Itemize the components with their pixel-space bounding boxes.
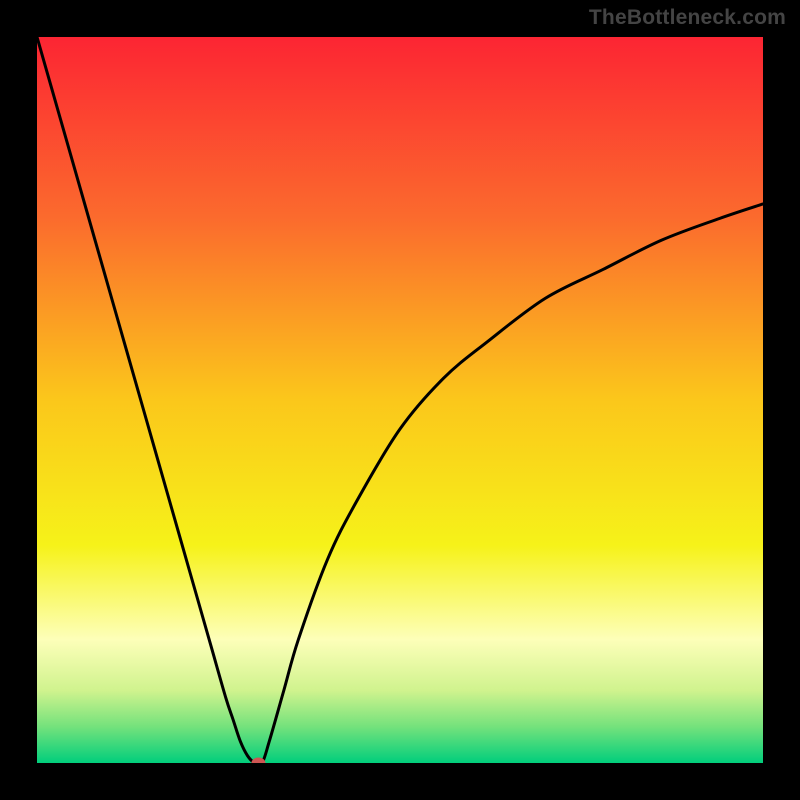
bottleneck-curve [37, 37, 763, 763]
watermark-text: TheBottleneck.com [589, 6, 786, 30]
chart-frame: TheBottleneck.com [0, 0, 800, 800]
curve-layer [37, 37, 763, 763]
plot-area [37, 37, 763, 763]
